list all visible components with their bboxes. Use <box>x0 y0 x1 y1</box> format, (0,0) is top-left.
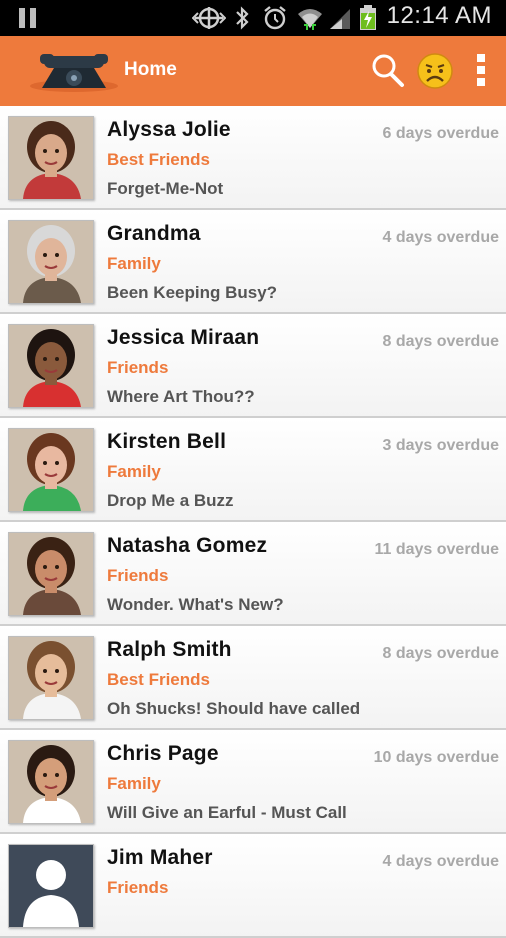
contact-list: Alyssa Jolie Best Friends Forget-Me-Not 6 d… <box>0 106 506 938</box>
overdue-label: 11 days overdue <box>374 541 499 558</box>
alarm-icon <box>264 6 286 30</box>
contact-group: Family <box>107 462 161 481</box>
contact-message: Forget-Me-Not <box>107 179 224 198</box>
contact-group: Family <box>107 774 161 793</box>
contact-message: Wonder. What's New? <box>107 595 284 614</box>
contact-name: Kirsten Bell <box>107 430 227 453</box>
contact-message: Oh Shucks! Should have called <box>107 699 361 718</box>
contact-row[interactable]: Natasha Gomez Friends Wonder. What's New? 1… <box>0 522 506 626</box>
contact-avatar[interactable] <box>8 844 94 928</box>
contact-name: Chris Page <box>107 742 219 765</box>
sad-face-icon[interactable] <box>416 50 454 90</box>
contact-name: Jessica Miraan <box>107 326 260 349</box>
contact-avatar[interactable] <box>8 740 94 824</box>
overdue-label: 10 days overdue <box>373 749 499 766</box>
contact-name: Grandma <box>107 222 201 245</box>
contact-group: Family <box>107 254 161 273</box>
overdue-label: 3 days overdue <box>382 437 500 454</box>
bluetooth-icon <box>236 6 249 30</box>
contact-message: Drop Me a Buzz <box>107 491 234 510</box>
contact-row[interactable]: Grandma Family Been Keeping Busy? 4 days ov… <box>0 210 506 314</box>
contact-message: Will Give an Earful - Must Call <box>107 803 347 822</box>
contact-name: Jim Maher <box>107 846 213 869</box>
overdue-label: 8 days overdue <box>382 333 500 350</box>
page-title: Home <box>124 59 177 80</box>
overdue-label: 8 days overdue <box>382 645 500 662</box>
contact-avatar[interactable] <box>8 324 94 408</box>
contact-name: Alyssa Jolie <box>107 118 231 141</box>
contact-row[interactable]: Jim Maher Friends 4 days overdue <box>0 834 506 938</box>
overdue-label: 4 days overdue <box>382 229 500 246</box>
overflow-menu-icon[interactable] <box>474 50 488 90</box>
contact-row[interactable]: Jessica Miraan Friends Where Art Thou?? 8 d… <box>0 314 506 418</box>
overdue-label: 4 days overdue <box>382 853 500 870</box>
contact-message: Where Art Thou?? <box>107 387 255 406</box>
contact-name: Natasha Gomez <box>107 534 268 557</box>
clock: 12:14 AM <box>386 2 492 29</box>
contact-avatar[interactable] <box>8 532 94 616</box>
contact-group: Best Friends <box>107 670 210 689</box>
contact-avatar[interactable] <box>8 116 94 200</box>
contact-name: Ralph Smith <box>107 638 232 661</box>
contact-row[interactable]: Ralph Smith Best Friends Oh Shucks! Should… <box>0 626 506 730</box>
contact-avatar[interactable] <box>8 636 94 720</box>
wifi-icon <box>298 9 322 30</box>
battery-charging-icon <box>360 5 376 30</box>
contact-group: Friends <box>107 878 169 897</box>
status-bar: 12:14 AM <box>0 0 506 36</box>
contact-row[interactable]: Chris Page Family Will Give an Earful - Mu… <box>0 730 506 834</box>
pause-icon <box>17 8 39 30</box>
overdue-label: 6 days overdue <box>382 125 500 142</box>
contact-row[interactable]: Alyssa Jolie Best Friends Forget-Me-Not 6 d… <box>0 106 506 210</box>
contact-avatar[interactable] <box>8 428 94 512</box>
contact-avatar[interactable] <box>8 220 94 304</box>
phone-logo-icon[interactable] <box>26 46 122 98</box>
search-icon[interactable] <box>370 50 406 90</box>
contact-message: Been Keeping Busy? <box>107 283 278 302</box>
contact-group: Friends <box>107 566 169 585</box>
signal-icon <box>330 9 350 29</box>
contact-row[interactable]: Kirsten Bell Family Drop Me a Buzz 3 days o… <box>0 418 506 522</box>
contact-group: Friends <box>107 358 169 377</box>
contact-group: Best Friends <box>107 150 210 169</box>
gamepad-icon <box>192 7 226 29</box>
action-bar: Home <box>0 36 506 106</box>
